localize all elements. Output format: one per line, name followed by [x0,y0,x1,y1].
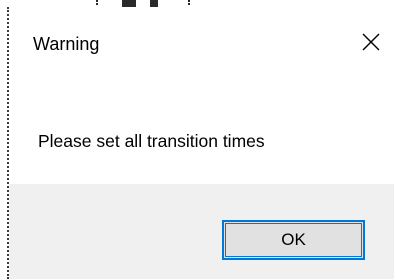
close-button[interactable] [354,25,388,59]
dialog-title: Warning [33,34,100,54]
ok-button-label: OK [281,230,306,249]
close-icon [362,33,380,51]
dialog-titlebar: Warning [9,7,394,81]
ok-button[interactable]: OK [222,220,365,260]
dialog-message: Please set all transition times [38,131,265,151]
background-mark [122,0,136,7]
warning-dialog: Warning Please set all transition times … [7,7,394,279]
background-mark [150,0,158,7]
dialog-footer: OK [9,184,394,279]
